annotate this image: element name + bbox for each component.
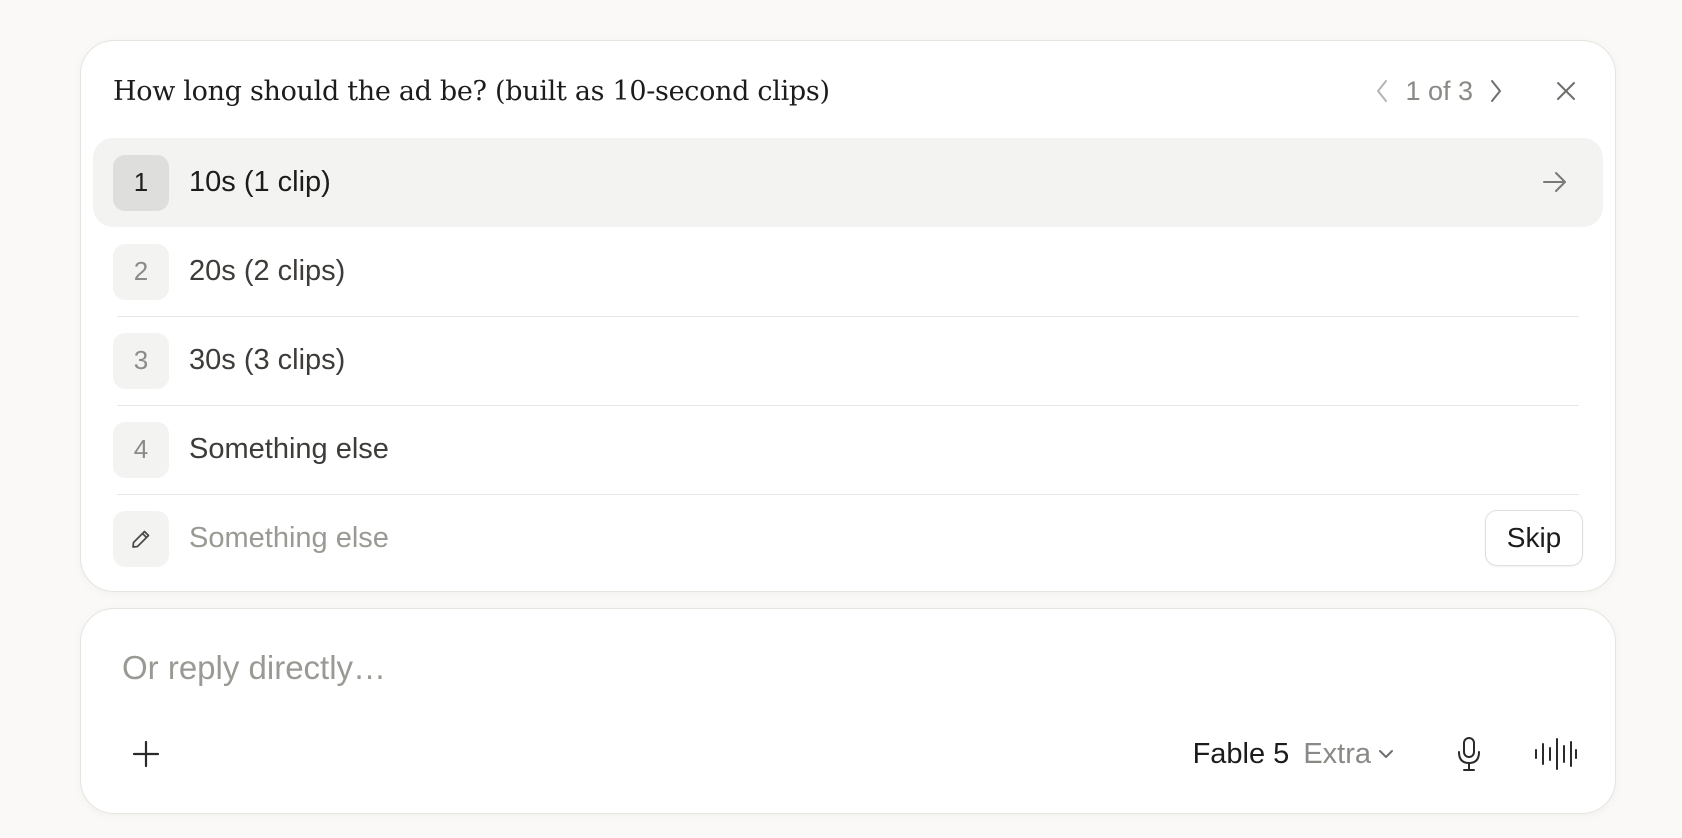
question-card: How long should the ad be? (built as 10-… [80,40,1616,592]
arrow-right-icon[interactable] [1537,164,1573,200]
pencil-icon [113,510,169,567]
plus-icon[interactable] [123,731,169,777]
close-icon[interactable] [1549,71,1583,111]
model-tier: Extra [1303,737,1371,770]
option-1[interactable]: 1 10s (1 clip) [93,138,1603,227]
option-number-badge: 4 [113,421,169,478]
page-bottom [0,826,1682,838]
composer-toolbar: Fable 5 Extra [1193,729,1579,779]
chevron-right-icon[interactable] [1481,71,1511,111]
skip-button[interactable]: Skip [1485,510,1583,566]
option-4[interactable]: 4 Something else [93,405,1603,495]
option-label: Something else [189,433,389,465]
option-number-badge: 2 [113,243,169,300]
reply-input[interactable] [122,645,1122,691]
question-pager: 1 of 3 [1367,69,1583,113]
option-number-badge: 3 [113,332,169,389]
model-name: Fable 5 [1192,737,1290,770]
option-number-badge: 1 [113,154,169,211]
custom-answer-input[interactable] [189,522,1089,555]
question-title: How long should the ad be? (built as 10-… [113,75,830,107]
reply-composer: Fable 5 Extra [80,608,1616,814]
question-header: How long should the ad be? (built as 10-… [113,69,1583,113]
chevron-down-icon [1377,742,1401,766]
option-label: 10s (1 clip) [189,166,331,198]
option-label: 20s (2 clips) [189,255,346,287]
option-3[interactable]: 3 30s (3 clips) [93,316,1603,406]
custom-answer-row: Skip [93,494,1603,583]
option-list: 1 10s (1 clip) 2 20s (2 clips) 3 30s (3 … [93,138,1603,583]
microphone-icon[interactable] [1449,731,1489,777]
option-label: 30s (3 clips) [189,344,346,376]
chevron-left-icon[interactable] [1367,71,1397,111]
voice-waveform-icon[interactable] [1531,731,1579,777]
option-2[interactable]: 2 20s (2 clips) [93,227,1603,317]
model-selector[interactable]: Fable 5 Extra [1193,738,1401,771]
pager-count: 1 of 3 [1405,75,1473,106]
